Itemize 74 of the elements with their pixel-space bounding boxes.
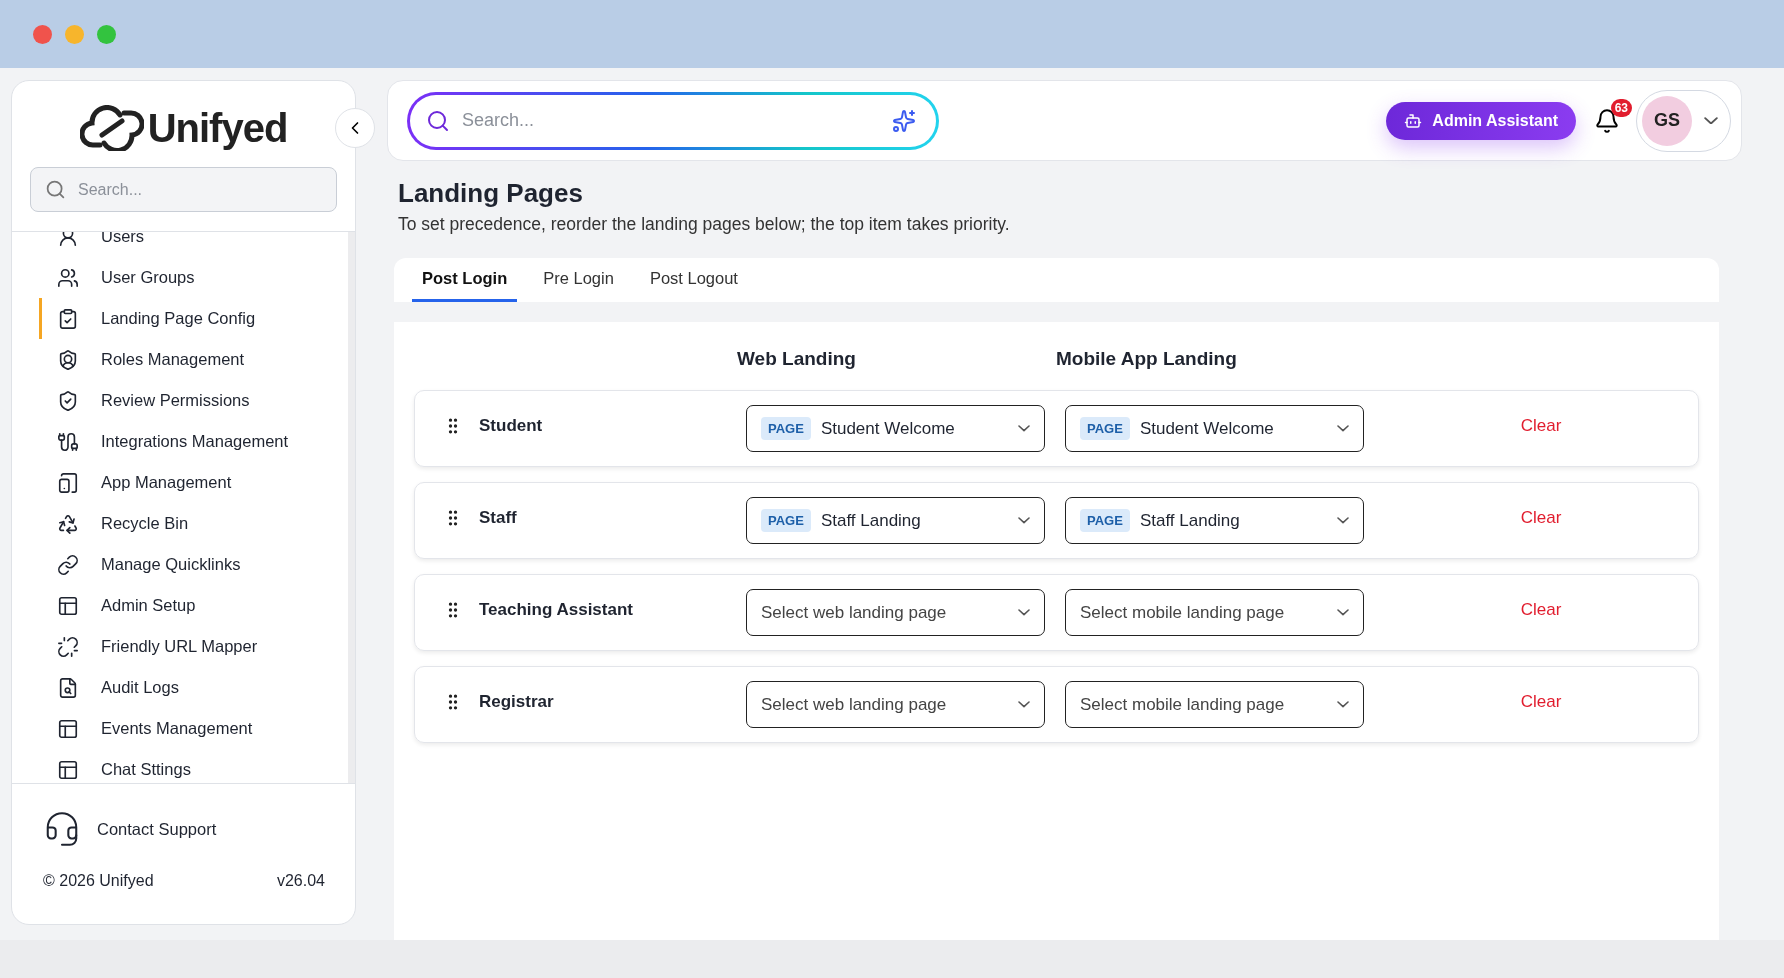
web-landing-select[interactable]: Select web landing page	[746, 681, 1045, 728]
sidebar-item[interactable]: Integrations Management	[39, 421, 348, 462]
sidebar-item[interactable]: Manage Quicklinks	[39, 544, 348, 585]
web-landing-select[interactable]: Select web landing page	[746, 589, 1045, 636]
admin-assistant-button[interactable]: Admin Assistant	[1386, 101, 1576, 140]
role-name: Teaching Assistant	[479, 599, 633, 620]
sidebar-item[interactable]: Events Management	[39, 708, 348, 749]
column-header: Web Landing	[737, 348, 857, 370]
layout-icon	[57, 717, 79, 740]
chevron-down-icon	[1337, 701, 1349, 708]
tab[interactable]: Pre Login	[533, 258, 624, 302]
sidebar-item[interactable]: Recycle Bin	[39, 503, 348, 544]
role-name: Staff	[479, 507, 517, 528]
search-input[interactable]: Search...	[76, 179, 336, 200]
version-text: v26.04	[276, 872, 325, 890]
robot-icon	[1404, 111, 1423, 130]
search-icon	[426, 108, 450, 133]
mobile-landing-select[interactable]: Select mobile landing page	[1065, 681, 1364, 728]
web-landing-select[interactable]: PAGE Student Welcome	[746, 405, 1045, 452]
user-menu-button[interactable]: GS	[1636, 89, 1731, 152]
shield-user-icon	[57, 348, 79, 371]
clear-button[interactable]: Clear	[1514, 506, 1568, 529]
avatar-initials: GS	[1642, 95, 1692, 146]
clear-button[interactable]: Clear	[1514, 414, 1568, 437]
chevron-down-icon	[1337, 609, 1349, 616]
clear-button[interactable]: Clear	[1514, 598, 1568, 621]
tab[interactable]: Post Logout	[639, 258, 748, 302]
file-search-icon	[57, 676, 79, 699]
shield-check-icon	[57, 389, 79, 412]
chevron-down-icon	[1018, 701, 1030, 708]
chevron-down-icon	[1337, 517, 1349, 524]
notification-count: 63	[1610, 98, 1632, 117]
sidebar-item[interactable]: User Groups	[39, 257, 348, 298]
sidebar-item[interactable]: Audit Logs	[39, 667, 348, 708]
plug-icon	[57, 430, 79, 453]
mobile-landing-select[interactable]: PAGE Staff Landing	[1065, 497, 1364, 544]
chevron-down-icon	[1018, 425, 1030, 432]
mobile-landing-select[interactable]: PAGE Student Welcome	[1065, 405, 1364, 452]
sidebar-item[interactable]: Review Permissions	[39, 380, 348, 421]
search-icon	[45, 179, 66, 200]
link-icon	[57, 553, 79, 576]
recycle-icon	[57, 512, 79, 535]
sidebar-item[interactable]: Friendly URL Mapper	[39, 626, 348, 667]
chevron-down-icon	[1704, 116, 1718, 125]
layout-icon	[57, 594, 79, 617]
sidebar-search-field[interactable]: Search...	[30, 167, 337, 212]
sidebar-item[interactable]: Roles Management	[39, 339, 348, 380]
sidebar-item[interactable]: App Management	[39, 462, 348, 503]
chevron-down-icon	[1018, 517, 1030, 524]
web-landing-select[interactable]: PAGE Staff Landing	[746, 497, 1045, 544]
sparkles-icon	[892, 108, 916, 133]
tab[interactable]: Post Login	[412, 258, 518, 302]
chevron-down-icon	[1337, 425, 1349, 432]
clipboard-icon	[57, 307, 79, 330]
page-subtitle: To set precedence, reorder the landing pages below; the top item takes priority.	[398, 214, 1011, 235]
sidebar-item[interactable]: Admin Setup	[39, 585, 348, 626]
column-header: Mobile App Landing	[1056, 348, 1238, 370]
logo-text: Unifyed	[147, 105, 288, 151]
device-icon	[57, 471, 79, 494]
clear-button[interactable]: Clear	[1514, 690, 1568, 713]
chevron-down-icon	[1018, 609, 1030, 616]
page-title: Landing Pages	[398, 178, 584, 209]
mobile-landing-select[interactable]: Select mobile landing page	[1065, 589, 1364, 636]
sidebar-item[interactable]: Chat Sttings	[39, 749, 348, 783]
cloud-link-logo-icon	[79, 105, 144, 151]
broken-link-icon	[57, 635, 79, 658]
role-name: Registrar	[479, 691, 554, 712]
contact-support-link[interactable]: Contact Support	[12, 784, 355, 848]
layout-icon	[57, 758, 79, 781]
search-input[interactable]: Search...	[460, 109, 882, 132]
copyright-text: © 2026 Unifyed	[43, 872, 154, 890]
user-icon	[57, 232, 79, 248]
users-icon	[57, 266, 79, 289]
role-name: Student	[479, 415, 543, 436]
